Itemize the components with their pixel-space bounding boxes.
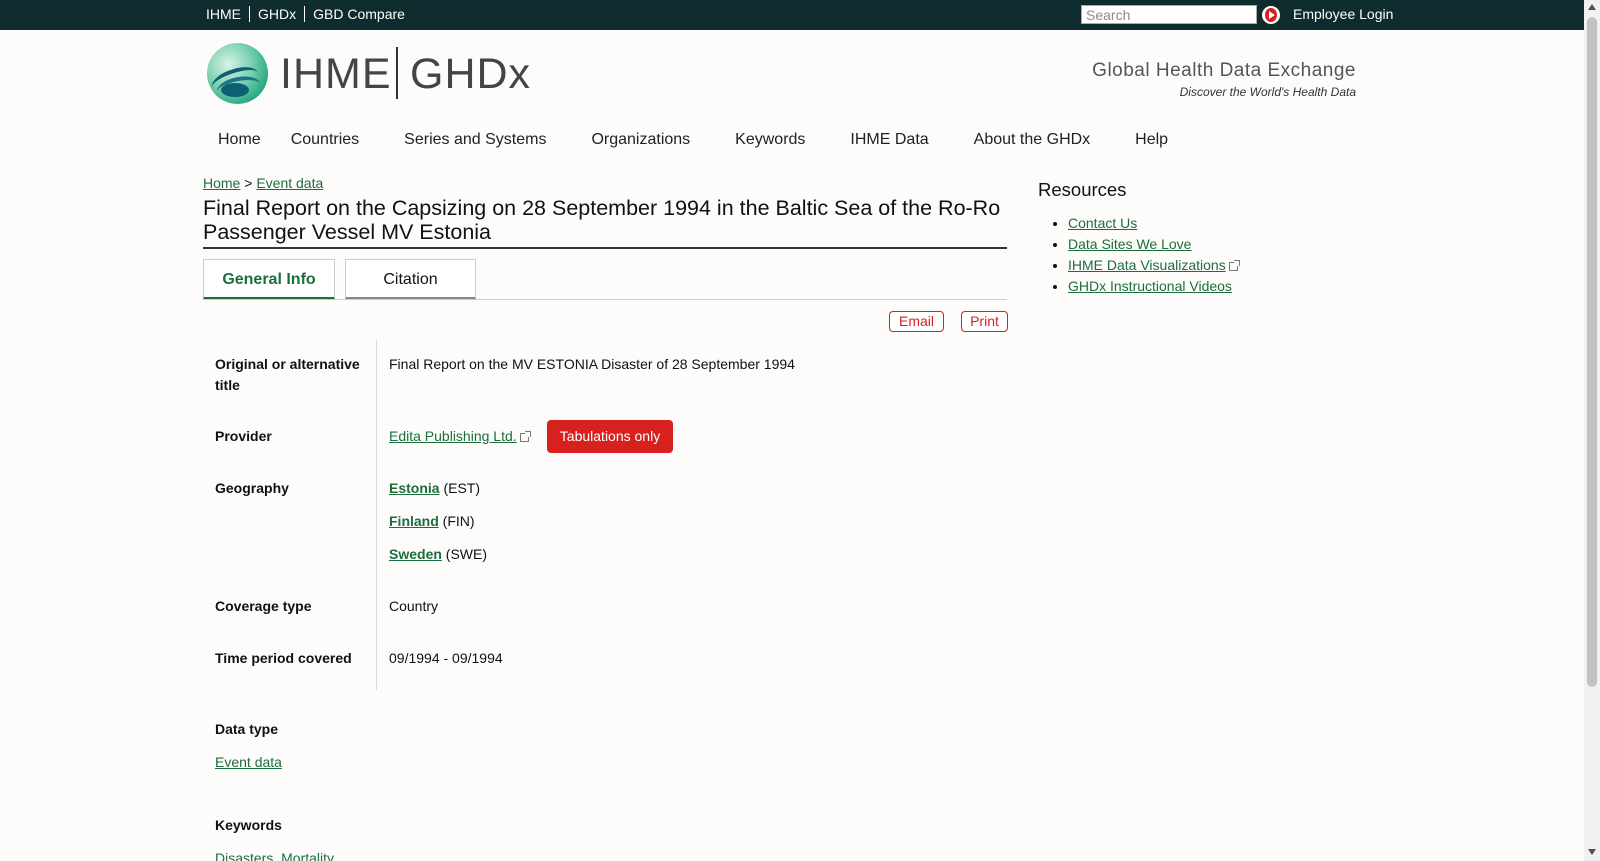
site-tagline: Global Health Data Exchange — [1092, 60, 1356, 81]
tabs-divider — [203, 299, 1007, 300]
ihme-logo-icon[interactable] — [207, 43, 268, 104]
provider-value: Edita Publishing Ltd. — [389, 426, 531, 447]
geography-label: Geography — [215, 480, 289, 496]
employee-login-link[interactable]: Employee Login — [1293, 6, 1393, 22]
tab-citation[interactable]: Citation — [345, 259, 476, 300]
geography-item: Sweden (SWE) — [389, 544, 487, 565]
top-link-gbd-compare[interactable]: GBD Compare — [305, 6, 413, 22]
nav-series-and-systems[interactable]: Series and Systems — [389, 131, 546, 149]
resources-list: Contact Us Data Sites We Love IHME Data … — [1068, 213, 1240, 297]
alt-title-label: Original or alternative title — [215, 356, 360, 393]
keywords-link[interactable]: Disasters, Mortality — [215, 850, 334, 861]
scroll-down-arrow-icon[interactable] — [1588, 849, 1596, 855]
tab-general-info[interactable]: General Info — [203, 259, 335, 300]
scroll-thumb[interactable] — [1587, 17, 1597, 687]
list-item: Contact Us — [1068, 213, 1238, 234]
geography-code: (FIN) — [442, 513, 475, 529]
page-scrollbar[interactable] — [1584, 0, 1600, 861]
geography-sweden-link[interactable]: Sweden — [389, 546, 442, 562]
nav-home[interactable]: Home — [202, 131, 261, 149]
provider-label: Provider — [215, 428, 272, 444]
geography-code: (EST) — [443, 480, 481, 496]
list-item: Data Sites We Love — [1068, 234, 1238, 255]
nav-help[interactable]: Help — [1120, 131, 1168, 149]
search-input[interactable] — [1081, 5, 1257, 24]
top-link-ghdx[interactable]: GHDx — [250, 6, 306, 22]
resource-ihme-viz-link[interactable]: IHME Data Visualizations — [1068, 257, 1226, 273]
breadcrumb-separator: > — [244, 175, 253, 191]
print-button[interactable]: Print — [961, 311, 1008, 332]
breadcrumb-home-link[interactable]: Home — [203, 175, 240, 191]
tabulations-only-badge: Tabulations only — [547, 420, 673, 453]
coverage-type-label: Coverage type — [215, 598, 312, 614]
logo-ihme-text[interactable]: IHME — [280, 50, 392, 99]
provider-link[interactable]: Edita Publishing Ltd. — [389, 428, 517, 444]
nav-countries[interactable]: Countries — [276, 131, 359, 149]
time-period-value: 09/1994 - 09/1994 — [389, 650, 503, 666]
top-utility-bar: IHME GHDx GBD Compare Employee Login — [0, 0, 1584, 30]
logo-divider — [396, 47, 398, 99]
nav-keywords[interactable]: Keywords — [720, 131, 805, 149]
logo-ghdx-text[interactable]: GHDx — [410, 50, 531, 99]
keywords-value: Disasters, Mortality — [215, 848, 334, 861]
fields-column-divider — [376, 340, 377, 690]
list-item: IHME Data Visualizations — [1068, 255, 1240, 276]
alt-title-value: Final Report on the MV ESTONIA Disaster … — [389, 356, 795, 372]
scroll-up-arrow-icon[interactable] — [1588, 4, 1596, 10]
geography-estonia-link[interactable]: Estonia — [389, 480, 440, 496]
geography-code: (SWE) — [445, 546, 488, 562]
email-button[interactable]: Email — [889, 311, 944, 332]
site-subtagline: Discover the World's Health Data — [1179, 85, 1356, 99]
search-submit-button[interactable] — [1262, 6, 1280, 24]
page-title: Final Report on the Capsizing on 28 Sept… — [203, 196, 1001, 244]
time-period-label: Time period covered — [215, 650, 352, 666]
main-nav: Home Countries Series and Systems Organi… — [202, 131, 1198, 149]
top-link-ihme[interactable]: IHME — [202, 6, 250, 22]
coverage-type-value: Country — [389, 598, 439, 614]
data-type-link[interactable]: Event data — [215, 754, 282, 770]
breadcrumb-event-data-link[interactable]: Event data — [256, 175, 323, 191]
external-link-icon — [519, 431, 531, 442]
keywords-label: Keywords — [215, 817, 282, 833]
resources-heading: Resources — [1038, 179, 1127, 200]
title-divider — [203, 247, 1007, 249]
top-links: IHME GHDx GBD Compare — [202, 6, 413, 22]
nav-ihme-data[interactable]: IHME Data — [835, 131, 928, 149]
breadcrumb: Home > Event data — [203, 175, 323, 191]
data-type-label: Data type — [215, 721, 279, 737]
play-arrow-icon — [1269, 11, 1275, 19]
nav-about-the-ghdx[interactable]: About the GHDx — [959, 131, 1091, 149]
geography-item: Estonia (EST) — [389, 478, 480, 499]
geography-item: Finland (FIN) — [389, 511, 475, 532]
resource-contact-us-link[interactable]: Contact Us — [1068, 215, 1137, 231]
geography-finland-link[interactable]: Finland — [389, 513, 439, 529]
resource-data-sites-link[interactable]: Data Sites We Love — [1068, 236, 1191, 252]
nav-organizations[interactable]: Organizations — [576, 131, 690, 149]
resource-videos-link[interactable]: GHDx Instructional Videos — [1068, 278, 1232, 294]
external-link-icon — [1228, 260, 1240, 271]
data-type-value: Event data — [215, 752, 282, 773]
list-item: GHDx Instructional Videos — [1068, 276, 1238, 297]
